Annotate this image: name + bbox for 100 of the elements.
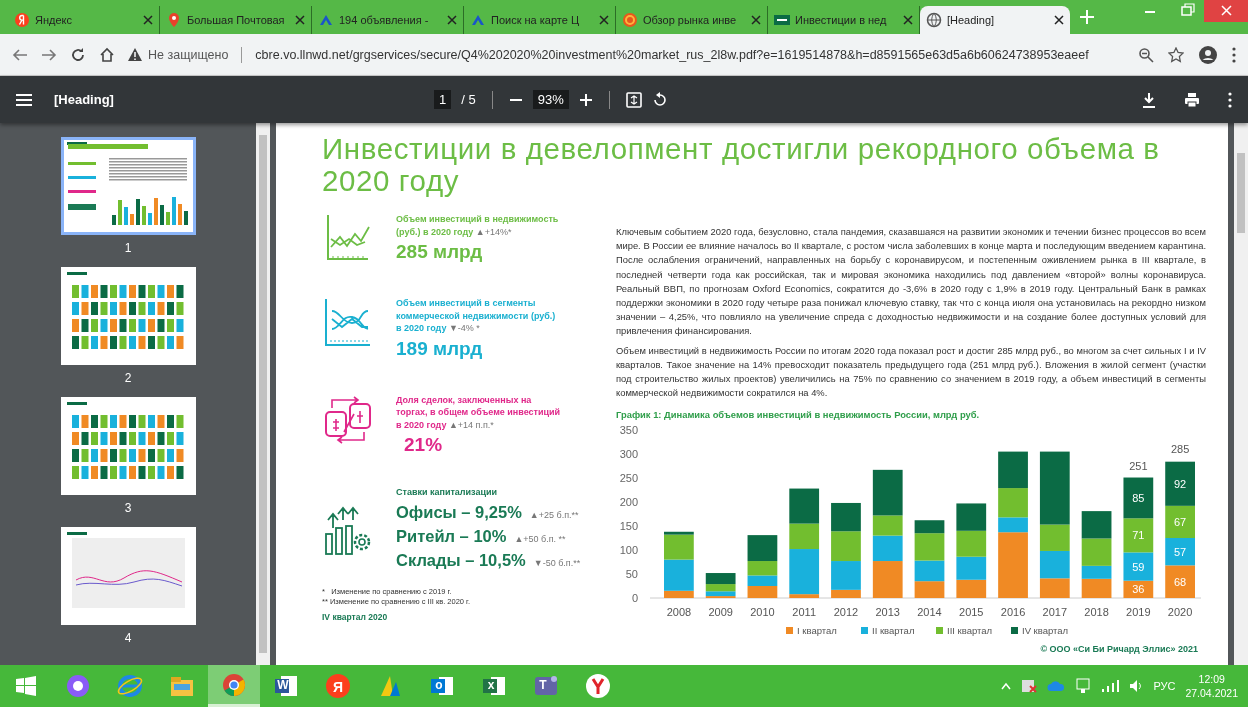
- yandex-icon: [14, 12, 30, 28]
- rate-value: Ритейл – 10%: [396, 525, 507, 547]
- axis-tick-label: 250: [619, 472, 638, 485]
- legend-label: I квартал: [797, 625, 837, 637]
- app-logo-icon: [324, 672, 352, 700]
- page-label: 3: [124, 501, 132, 515]
- axis-category-label: 2014: [917, 606, 942, 619]
- signal-icon[interactable]: [1101, 679, 1120, 693]
- back-arrow-icon[interactable]: [12, 46, 28, 63]
- total-label: 285: [1170, 443, 1190, 456]
- forward-arrow-icon[interactable]: [41, 46, 57, 63]
- network-adapter-icon[interactable]: [1075, 678, 1092, 694]
- bar-value-label: 57: [1174, 546, 1187, 559]
- close-window-icon[interactable]: [1204, 0, 1248, 22]
- scrollbar[interactable]: [256, 123, 270, 665]
- voice-assistant-icon: [64, 672, 92, 700]
- axis-tick-label: 300: [619, 448, 638, 461]
- taskbar-app[interactable]: T: [520, 665, 572, 707]
- speaker-icon[interactable]: [1129, 679, 1144, 693]
- chart-bar: [956, 503, 987, 532]
- warning-icon: [128, 48, 142, 61]
- axis-category-label: 2015: [959, 606, 984, 619]
- chart-bar: [914, 561, 945, 582]
- rotate-icon[interactable]: [651, 91, 668, 108]
- chart-bar: [747, 575, 778, 587]
- page-number-field[interactable]: 1: [434, 90, 452, 109]
- page-label: 4: [124, 631, 132, 645]
- chart-bar: [998, 452, 1028, 489]
- bar-value-label: 85: [1132, 492, 1145, 505]
- rate-value: Склады – 10,5%: [396, 549, 526, 571]
- close-icon[interactable]: [1054, 15, 1064, 25]
- bar-value-label: 68: [1174, 576, 1187, 589]
- tray-app-icon[interactable]: [1021, 678, 1038, 694]
- more-icon[interactable]: [1232, 46, 1236, 63]
- close-icon[interactable]: [599, 15, 609, 25]
- axis-tick-label: 50: [625, 568, 638, 581]
- download-icon[interactable]: [1142, 91, 1156, 108]
- fit-page-icon[interactable]: [625, 91, 642, 108]
- chart-bar: [1165, 506, 1195, 539]
- legend-label: II квартал: [872, 625, 915, 637]
- page-thumbnail[interactable]: [60, 137, 196, 235]
- metric-value: 21%: [403, 434, 444, 456]
- page-thumbnail[interactable]: [60, 527, 196, 625]
- chevron-up-icon[interactable]: [1001, 682, 1012, 690]
- period-label: IV квартал 2020: [322, 611, 389, 622]
- scrollbar[interactable]: [1234, 123, 1248, 665]
- more-icon[interactable]: [1228, 91, 1232, 108]
- taskbar-app[interactable]: o: [416, 665, 468, 707]
- taskbar-app[interactable]: [208, 665, 260, 707]
- close-icon[interactable]: [295, 15, 305, 25]
- home-icon[interactable]: [99, 46, 115, 63]
- chart-bar: [1165, 462, 1195, 507]
- metric-value: 189 млрд: [396, 337, 484, 360]
- security-status[interactable]: Не защищено: [148, 47, 229, 62]
- body-paragraph: Объем инвестиций в недвижимость России по итогам 2020 года показал рост и достиг 285 млрд руб., во многом за счет сильных I и IV кварталов. Такое значение на 14% превосходит показатель предыдущего года (251 млрд руб.). Вложения в жилой сегмент (участки под строительство жилых проектов) увеличились на 75% по сравнению со значением в 2019 году, а объем инвестиций в сегменты коммерческой недвижимости сократился на 4%.: [616, 343, 1206, 401]
- axis-category-label: 2011: [792, 606, 816, 619]
- rate-value: Офисы – 9,25%: [396, 501, 522, 523]
- page-thumbnail[interactable]: [60, 397, 196, 495]
- menu-icon[interactable]: [16, 92, 32, 107]
- page-thumbnail[interactable]: [60, 267, 196, 365]
- map-pin-icon: [166, 12, 182, 28]
- print-icon[interactable]: [1184, 91, 1200, 108]
- taskbar-app[interactable]: x: [468, 665, 520, 707]
- chart-bar: [831, 531, 861, 562]
- reload-icon[interactable]: [70, 46, 86, 63]
- close-icon[interactable]: [447, 15, 457, 25]
- metric-value: 285 млрд: [396, 241, 484, 263]
- url-text[interactable]: cbre.vo.llnwd.net/grgservices/secure/Q4%202020%20investment%20market_rus_2l8w.pdf?e=1619514878&h=d8591565e63d5a6b60624738953eaeef: [255, 47, 1089, 62]
- axis-category-label: 2020: [1167, 606, 1193, 619]
- total-label: 251: [1129, 459, 1148, 472]
- coin-icon: [622, 12, 638, 28]
- zoom-field[interactable]: 93%: [532, 90, 569, 109]
- rate-change: ▲+50 б.п. **: [514, 533, 566, 544]
- site-logo-icon: [774, 12, 790, 28]
- star-icon[interactable]: [1168, 46, 1184, 63]
- close-icon[interactable]: [143, 15, 153, 25]
- currency-exchange-icon: [322, 393, 374, 446]
- taskbar-app[interactable]: W: [260, 665, 312, 707]
- browser-tab[interactable]: [Heading]: [920, 6, 1070, 34]
- rate-change: ▼-50 б.п.**: [533, 557, 581, 568]
- legend-label: IV квартал: [1022, 625, 1069, 637]
- chart-bar: [1081, 511, 1112, 539]
- zoom-icon[interactable]: [1138, 46, 1154, 63]
- taskbar-app[interactable]: Я: [312, 665, 364, 707]
- page-label: 2: [124, 371, 132, 385]
- axis-category-label: 2016: [1000, 606, 1026, 619]
- body-paragraph: Ключевым событием 2020 года, безусловно, стала пандемия, сказавшаяся на развитии экономик и течении бизнес процессов во всем мире. В России ее влияние началось во II квартале, с ростом числа заболевших в конце марта и последующим введением карантина. После ослабления ограничений, направленных на борьбу с коронавирусом, и постепенным оживлением рынка в III квартале, в последней четверти года как российская, так и мировая экономика находились под давлением «второй» волны коронавируса. Реальный ВВП, по прогнозам Oxford Economics, сократится до -3,6% в 2020 году с 1,9% в 2019 году. Центральный Банк в рамках поддержки экономики в 2020 году четыре раза понижал ключевую ставку, так что с конца июля она установилась на рекордно низком значении – 4,25%, что повлияло на увеличение спреда с доходностью недвижимости и на создание более доступных условий для привлечения финансирования.: [616, 225, 1206, 339]
- axis-category-label: 2008: [666, 606, 692, 619]
- close-icon[interactable]: [903, 15, 913, 25]
- account-icon[interactable]: [1198, 44, 1218, 65]
- axis-category-label: 2010: [750, 606, 775, 619]
- chart-bar: [956, 531, 987, 558]
- page-count: / 5: [461, 92, 476, 107]
- bar-value-label: 92: [1174, 478, 1187, 491]
- windows-logo-icon[interactable]: [16, 676, 36, 696]
- zoom-in-icon[interactable]: [578, 92, 593, 107]
- close-icon[interactable]: [751, 15, 761, 25]
- chart-bar: [956, 580, 987, 599]
- axis-category-label: 2012: [833, 606, 859, 619]
- chart-bar: [789, 489, 820, 525]
